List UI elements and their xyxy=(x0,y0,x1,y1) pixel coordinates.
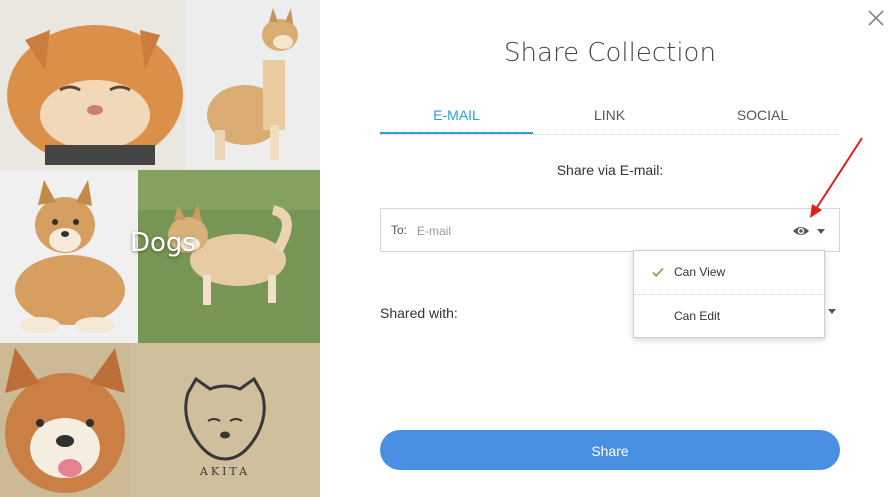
share-via-label: Share via E-mail: xyxy=(556,162,664,178)
close-icon xyxy=(868,10,884,26)
tab-link[interactable]: LINK xyxy=(533,98,686,133)
collection-cover-collage: AKITA Dogs xyxy=(0,0,320,497)
dropdown-item-label: Can Edit xyxy=(674,309,721,323)
dropdown-item-can-edit[interactable]: Can Edit xyxy=(634,295,824,337)
share-tabs: E-MAIL LINK SOCIAL xyxy=(380,98,840,135)
email-input[interactable] xyxy=(415,220,779,242)
collection-name: Dogs xyxy=(130,228,196,258)
to-label: To: xyxy=(391,223,408,237)
dialog-title: Share Collection xyxy=(504,38,716,68)
shared-with-label: Shared with: xyxy=(380,305,458,321)
caret-down-icon xyxy=(817,229,825,234)
eye-icon xyxy=(793,227,809,235)
tab-social[interactable]: SOCIAL xyxy=(686,98,839,133)
permission-toggle[interactable] xyxy=(791,221,831,241)
share-button[interactable]: Share xyxy=(380,430,840,470)
email-recipient-box: To: xyxy=(380,208,840,252)
permission-dropdown: Can View Can Edit xyxy=(633,250,825,338)
shared-with-caret-icon[interactable] xyxy=(828,309,836,314)
check-icon xyxy=(652,267,664,277)
dropdown-item-label: Can View xyxy=(674,265,726,279)
dropdown-item-can-view[interactable]: Can View xyxy=(634,251,824,293)
close-button[interactable] xyxy=(866,8,886,28)
tab-email[interactable]: E-MAIL xyxy=(380,98,533,134)
